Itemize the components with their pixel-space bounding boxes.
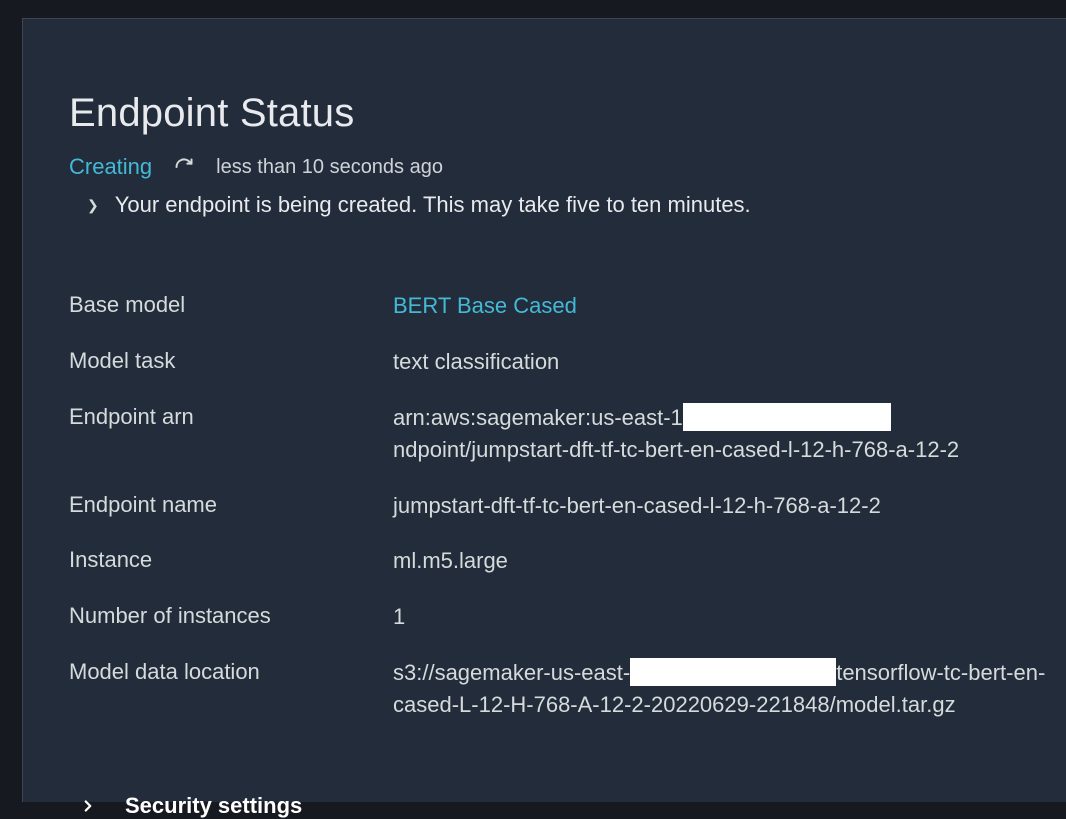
num-instances-value: 1 (393, 601, 405, 633)
redacted-block (630, 658, 836, 686)
model-data-location-value: s3://sagemaker-us-east-tensorflow-tc-ber… (393, 657, 1066, 721)
detail-label: Base model (69, 290, 393, 321)
detail-row-model-data-location: Model data location s3://sagemaker-us-ea… (69, 657, 1066, 721)
security-settings-label: Security settings (125, 793, 302, 819)
endpoint-name-value: jumpstart-dft-tf-tc-bert-en-cased-l-12-h… (393, 490, 881, 522)
detail-row-base-model: Base model BERT Base Cased (69, 290, 1066, 322)
status-state: Creating (69, 154, 152, 180)
model-task-value: text classification (393, 346, 559, 378)
security-settings-toggle[interactable]: Security settings (69, 793, 1066, 819)
spinner-icon: ❯ (87, 197, 99, 214)
detail-label: Endpoint name (69, 490, 393, 521)
endpoint-status-panel: Endpoint Status Creating less than 10 se… (22, 18, 1066, 802)
arn-prefix: arn:aws:sagemaker:us-east-1 (393, 405, 683, 430)
s3-prefix: s3://sagemaker-us-east- (393, 660, 630, 685)
endpoint-arn-value: arn:aws:sagemaker:us-east-1 ndpoint/jumps… (393, 402, 1066, 466)
status-row: Creating less than 10 seconds ago (69, 154, 1066, 180)
details-table: Base model BERT Base Cased Model task te… (69, 290, 1066, 721)
refresh-icon[interactable] (174, 157, 194, 177)
detail-label: Number of instances (69, 601, 393, 632)
status-message-row: ❯ Your endpoint is being created. This m… (69, 192, 1066, 218)
detail-row-num-instances: Number of instances 1 (69, 601, 1066, 633)
arn-suffix: ndpoint/jumpstart-dft-tf-tc-bert-en-case… (393, 437, 959, 462)
detail-row-endpoint-arn: Endpoint arn arn:aws:sagemaker:us-east-1… (69, 402, 1066, 466)
instance-value: ml.m5.large (393, 545, 508, 577)
detail-row-endpoint-name: Endpoint name jumpstart-dft-tf-tc-bert-e… (69, 490, 1066, 522)
chevron-right-icon (79, 797, 97, 815)
detail-label: Instance (69, 545, 393, 576)
detail-row-model-task: Model task text classification (69, 346, 1066, 378)
detail-row-instance: Instance ml.m5.large (69, 545, 1066, 577)
page-title: Endpoint Status (69, 19, 1066, 136)
detail-label: Model task (69, 346, 393, 377)
detail-label: Model data location (69, 657, 393, 688)
base-model-link[interactable]: BERT Base Cased (393, 290, 577, 322)
status-message: Your endpoint is being created. This may… (115, 192, 751, 218)
detail-label: Endpoint arn (69, 402, 393, 433)
status-last-refresh: less than 10 seconds ago (216, 156, 443, 179)
redacted-block (683, 403, 891, 431)
